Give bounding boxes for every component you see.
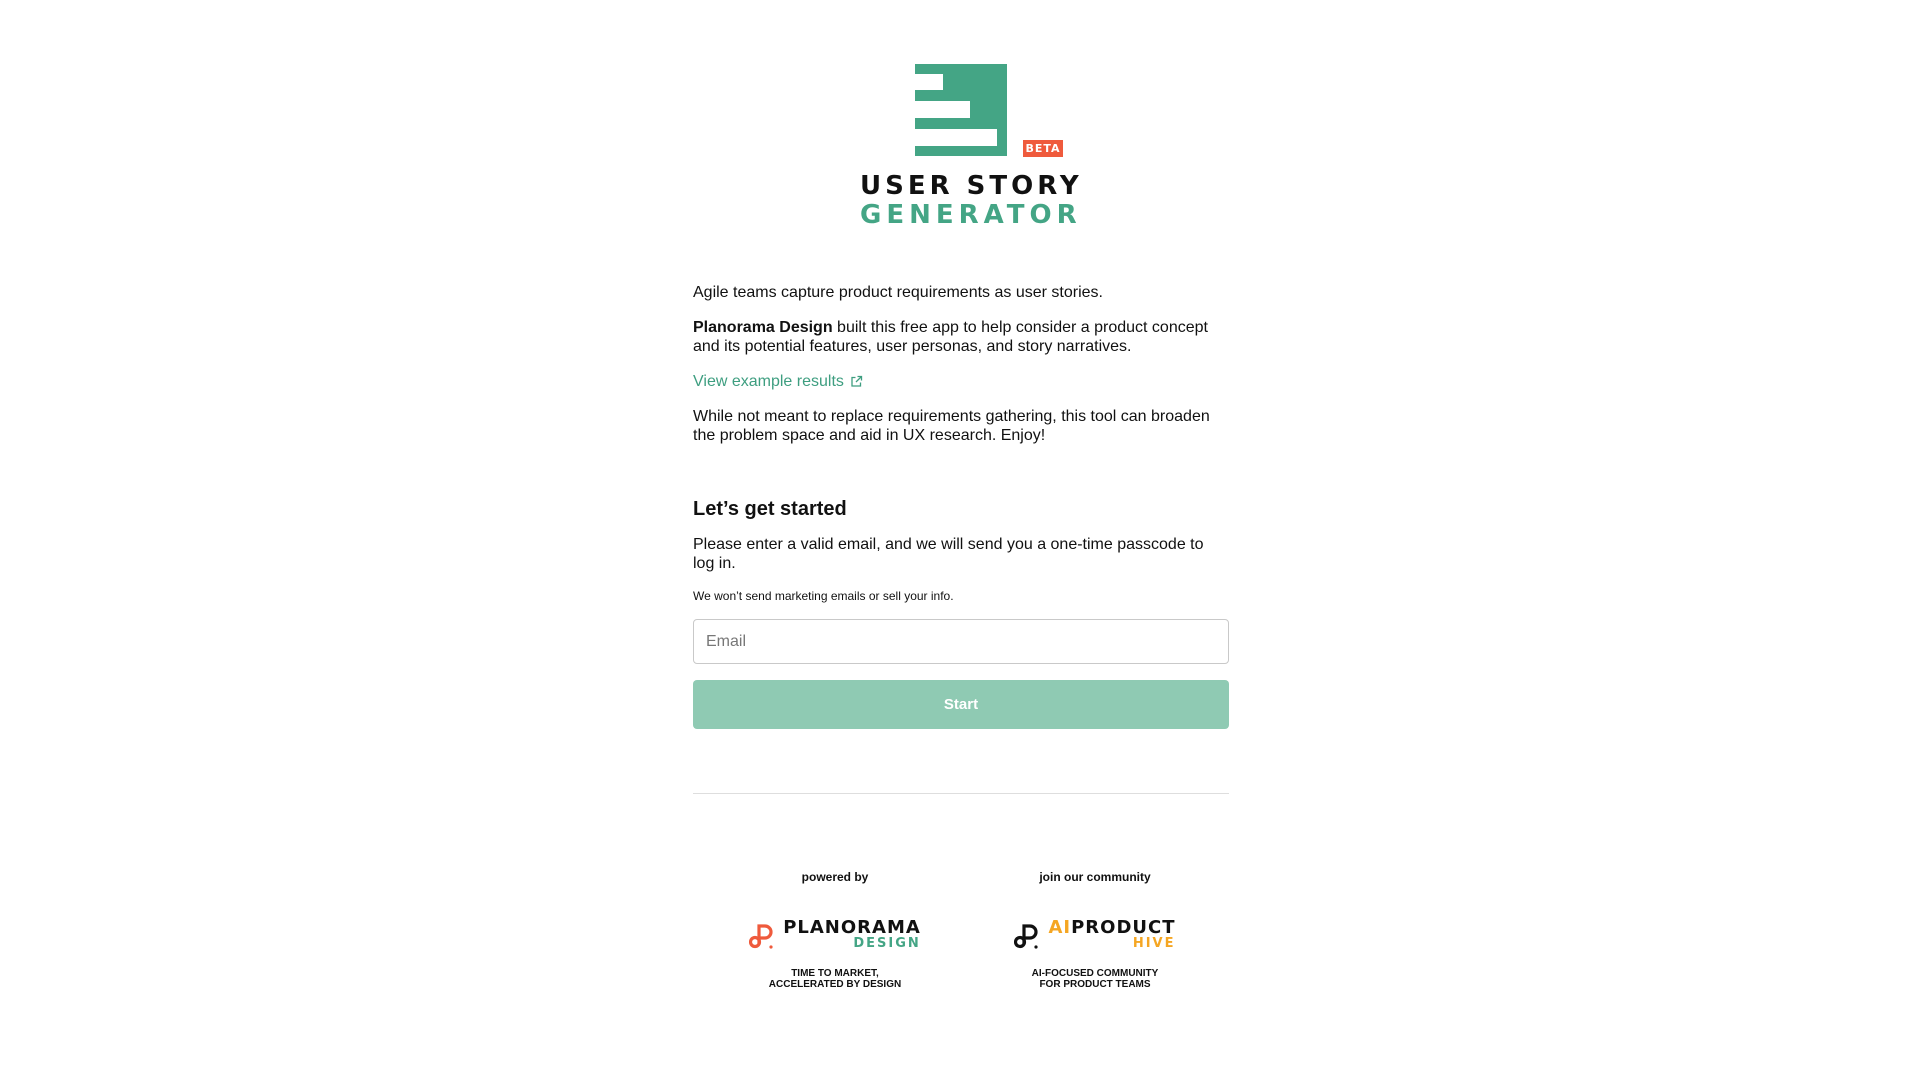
page: BETA USER STORY GENERATOR Agile teams ca… (0, 0, 1920, 1080)
logo-title-line2: GENERATOR (860, 200, 1082, 230)
email-input[interactable] (693, 619, 1229, 664)
start-button[interactable]: Start (693, 680, 1229, 729)
privacy-note: We won’t send marketing emails or sell y… (693, 589, 954, 603)
beta-badge: BETA (1023, 140, 1063, 157)
ai-product-hive-brand-main: PRODUCT (1071, 917, 1176, 938)
ai-product-hive-brand-prefix: AI (1048, 917, 1072, 938)
planorama-brand-sub: DESIGN (853, 936, 921, 951)
planorama-design-logo-link[interactable]: PLANORAMA DESIGN (745, 914, 925, 958)
divider (693, 793, 1229, 794)
planorama-tagline-line2: ACCELERATED BY DESIGN (768, 979, 902, 990)
ai-product-hive-wordmark: AIPRODUCT HIVE (1048, 917, 1176, 952)
view-example-results-label: View example results (693, 373, 844, 390)
ai-product-hive-tagline-line1: AI-FOCUSED COMMUNITY (1031, 968, 1159, 979)
powered-by-section: powered by PLANORAMA DESIGN TIME TO MARK… (745, 870, 925, 990)
ai-product-hive-brand-name: AIPRODUCT (1048, 917, 1176, 938)
logo-title-line1: USER STORY (860, 171, 1083, 201)
intro-paragraph-3: While not meant to replace requirements … (693, 408, 1210, 444)
community-caption: join our community (1039, 870, 1151, 884)
ai-product-hive-tagline: AI-FOCUSED COMMUNITY FOR PRODUCT TEAMS (1005, 968, 1185, 990)
ai-product-hive-logo-link[interactable]: AIPRODUCT HIVE (1005, 914, 1185, 958)
planorama-design-name: Planorama Design (693, 319, 833, 336)
powered-by-caption: powered by (801, 870, 869, 884)
planorama-tagline: TIME TO MARKET, ACCELERATED BY DESIGN (745, 968, 925, 990)
planorama-tagline-line1: TIME TO MARKET, (791, 968, 879, 979)
signup-instructions: Please enter a valid email, and we will … (693, 536, 1204, 572)
main-content: Agile teams capture product requirements… (693, 283, 1229, 794)
ai-product-hive-brand-sub: HIVE (1132, 936, 1176, 951)
app-logo: BETA USER STORY GENERATOR (860, 62, 1083, 232)
planorama-brand-name: PLANORAMA (783, 917, 921, 938)
planorama-wordmark: PLANORAMA DESIGN (783, 917, 921, 952)
section-title: Let’s get started (693, 498, 847, 520)
community-section: join our community AIPRODUCT HIVE AI-FOC… (1005, 870, 1185, 990)
footer: powered by PLANORAMA DESIGN TIME TO MARK… (693, 870, 1229, 1020)
ai-product-hive-p-icon (1014, 924, 1039, 949)
view-example-results-link[interactable]: View example results (693, 372, 863, 391)
planorama-p-icon (749, 924, 773, 949)
story-stack-icon (915, 64, 1007, 156)
intro-paragraph-2: Planorama Design built this free app to … (693, 318, 1229, 356)
intro-paragraph-1: Agile teams capture product requirements… (693, 284, 1103, 301)
ai-product-hive-tagline-line2: FOR PRODUCT TEAMS (1039, 979, 1151, 990)
external-link-icon (851, 375, 863, 387)
